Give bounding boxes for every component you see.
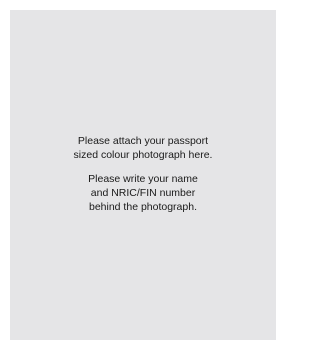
instruction-line: Please attach your passport <box>77 135 209 147</box>
attach-photo-instruction: Please attach your passport sized colour… <box>10 134 276 162</box>
instruction-line: Please write your name <box>88 173 198 185</box>
instruction-line: and NRIC/FIN number <box>90 187 196 199</box>
photo-placeholder-box: Please attach your passport sized colour… <box>10 10 276 340</box>
photo-instructions: Please attach your passport sized colour… <box>10 134 276 214</box>
instruction-line: sized colour photograph here. <box>73 149 213 161</box>
write-name-instruction: Please write your name and NRIC/FIN numb… <box>10 172 276 214</box>
instruction-line: behind the photograph. <box>88 201 197 213</box>
